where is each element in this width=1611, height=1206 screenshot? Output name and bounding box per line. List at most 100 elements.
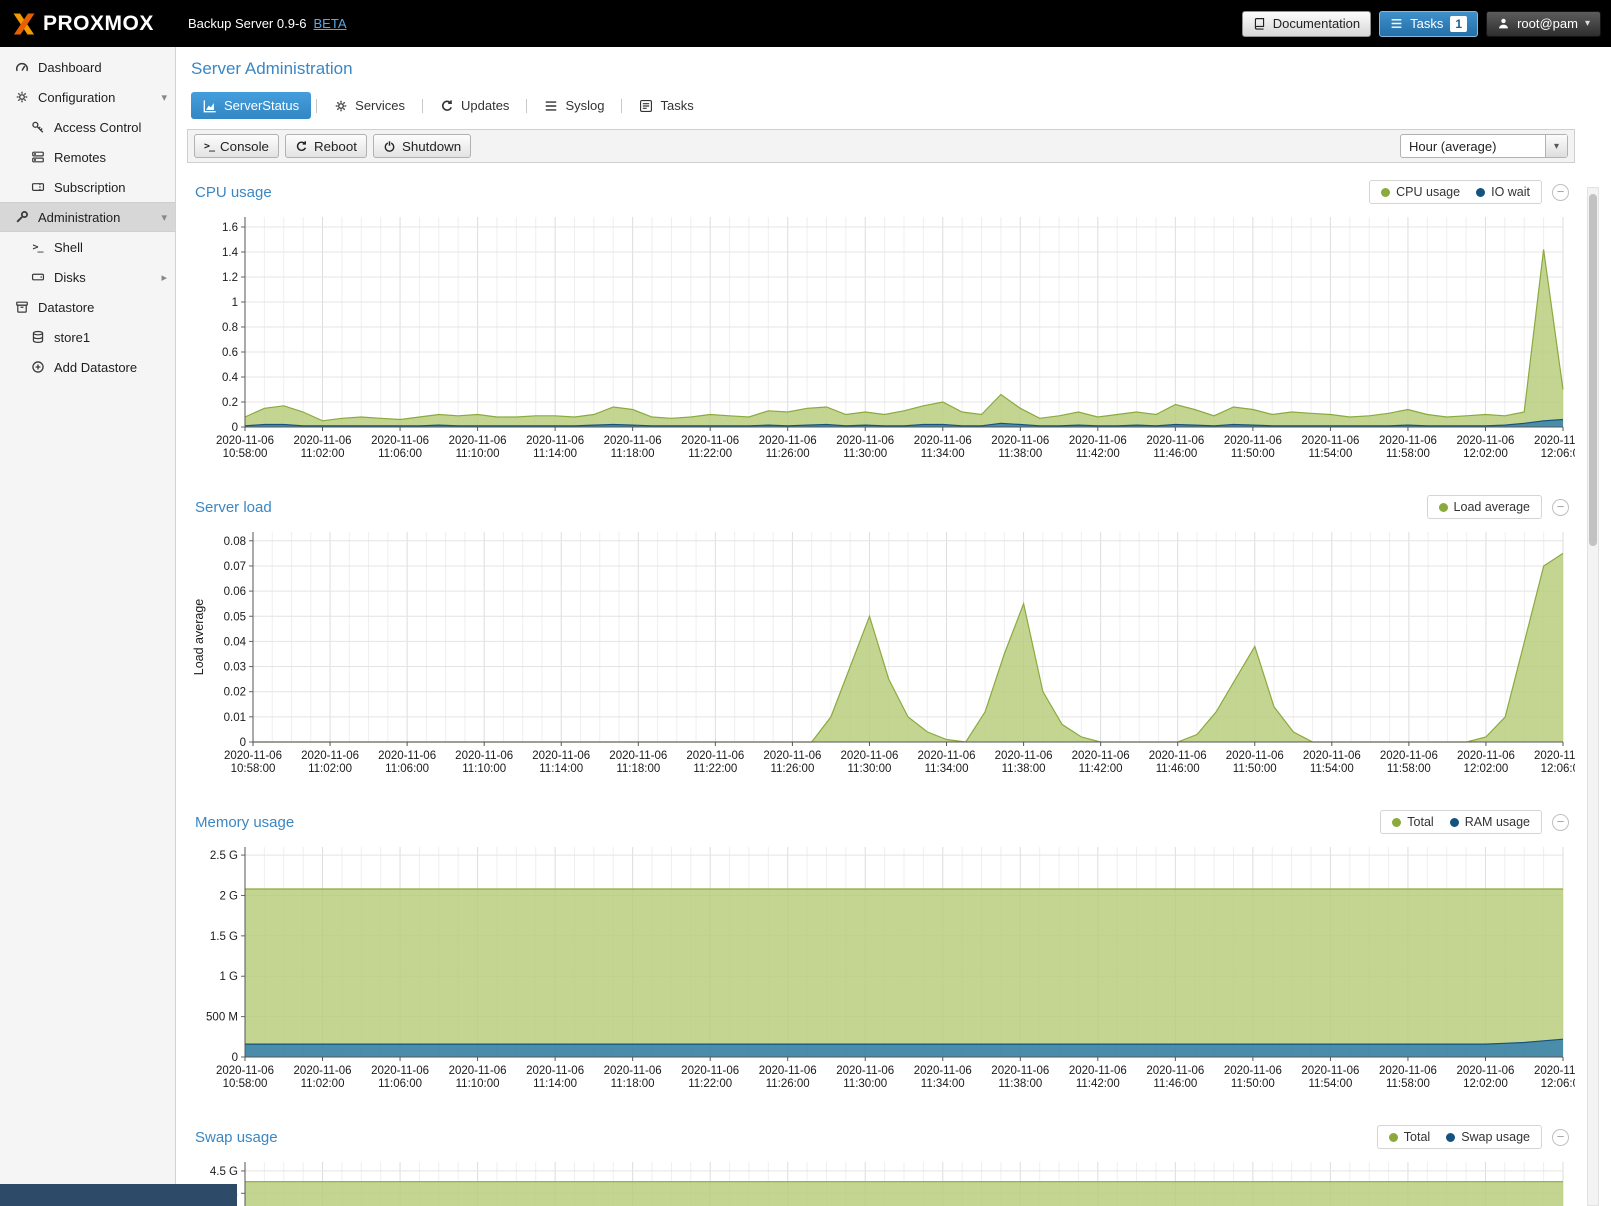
legend-marker-icon	[1446, 1133, 1455, 1142]
sidebar-item-subscription[interactable]: Subscription	[0, 172, 175, 202]
svg-text:2020-11-06: 2020-11-06	[1456, 435, 1514, 447]
svg-text:2020-11-06: 2020-11-06	[1224, 1065, 1282, 1077]
server-load-panel: Server load Load average − 00.010.020.03…	[187, 490, 1575, 789]
svg-text:11:30:00: 11:30:00	[843, 1078, 887, 1090]
svg-text:2020-11-06: 2020-11-06	[681, 1065, 739, 1077]
tab-tasks[interactable]: Tasks	[627, 92, 705, 119]
combo-trigger[interactable]: ▾	[1545, 135, 1567, 157]
proxmox-brand: PROXMOX	[10, 12, 182, 36]
svg-text:11:42:00: 11:42:00	[1076, 448, 1120, 460]
svg-text:2020-11-06: 2020-11-06	[914, 1065, 972, 1077]
svg-text:2020-11-06: 2020-11-06	[371, 435, 429, 447]
svg-text:2020-11-06: 2020-11-06	[526, 1065, 584, 1077]
svg-text:2020-11-06: 2020-11-06	[1534, 1065, 1575, 1077]
sidebar-item-configuration[interactable]: Configuration ▾	[0, 82, 175, 112]
svg-text:1.6: 1.6	[222, 222, 238, 234]
svg-text:11:54:00: 11:54:00	[1310, 763, 1354, 775]
documentation-label: Documentation	[1273, 16, 1360, 31]
svg-text:11:06:00: 11:06:00	[378, 1078, 422, 1090]
svg-text:2020-11-06: 2020-11-06	[1149, 750, 1207, 762]
chevron-right-icon[interactable]: ▸	[161, 271, 167, 284]
header-actions: Documentation Tasks 1 root@pam ▾	[1242, 11, 1601, 37]
sidebar-item-label: Disks	[54, 270, 86, 285]
documentation-button[interactable]: Documentation	[1242, 11, 1371, 37]
sidebar-item-add-datastore[interactable]: Add Datastore	[0, 352, 175, 382]
timeframe-select[interactable]: Hour (average) ▾	[1400, 134, 1568, 158]
collapse-panel-icon[interactable]: −	[1552, 1129, 1569, 1146]
sidebar-item-remotes[interactable]: Remotes	[0, 142, 175, 172]
svg-text:11:46:00: 11:46:00	[1153, 448, 1197, 460]
svg-text:2020-11-06: 2020-11-06	[216, 435, 274, 447]
svg-text:2020-11-06: 2020-11-06	[1456, 1065, 1514, 1077]
sidebar-item-label: Access Control	[54, 120, 141, 135]
collapse-panel-icon[interactable]: −	[1552, 184, 1569, 201]
collapse-panel-icon[interactable]: −	[1552, 814, 1569, 831]
legend-label: RAM usage	[1465, 815, 1530, 829]
tab-services[interactable]: Services	[322, 92, 417, 119]
console-button[interactable]: >_ Console	[194, 134, 279, 158]
tab-serverstatus[interactable]: ServerStatus	[191, 92, 311, 119]
product-label: Backup Server 0.9-6	[188, 16, 307, 31]
svg-text:12:06:00: 12:06:00	[1541, 448, 1575, 460]
tab-updates[interactable]: Updates	[428, 92, 521, 119]
tasks-label: Tasks	[1410, 16, 1443, 31]
reboot-button[interactable]: Reboot	[285, 134, 367, 158]
tab-syslog[interactable]: Syslog	[532, 92, 616, 119]
legend-label: Load average	[1454, 500, 1530, 514]
svg-text:1 G: 1 G	[219, 971, 238, 983]
svg-text:2.5 G: 2.5 G	[210, 850, 238, 862]
svg-text:2020-11-06: 2020-11-06	[1069, 1065, 1127, 1077]
tab-separator	[526, 99, 527, 113]
shutdown-button[interactable]: Shutdown	[373, 134, 471, 158]
legend-marker-icon	[1476, 188, 1485, 197]
tab-label: Tasks	[660, 98, 693, 113]
legend-item: Swap usage	[1446, 1130, 1530, 1144]
svg-text:11:26:00: 11:26:00	[770, 763, 814, 775]
sidebar-item-disks[interactable]: Disks ▸	[0, 262, 175, 292]
chart-legend: Total RAM usage	[1380, 810, 1542, 834]
svg-text:0.05: 0.05	[224, 611, 246, 623]
sidebar-item-shell[interactable]: >_ Shell	[0, 232, 175, 262]
svg-text:11:30:00: 11:30:00	[843, 448, 887, 460]
svg-text:Load average: Load average	[192, 599, 206, 676]
svg-text:12:02:00: 12:02:00	[1464, 763, 1509, 775]
legend-marker-icon	[1392, 818, 1401, 827]
scrollbar-thumb[interactable]	[1589, 194, 1597, 546]
svg-text:11:46:00: 11:46:00	[1153, 1078, 1197, 1090]
svg-text:11:34:00: 11:34:00	[925, 763, 969, 775]
sidebar-item-datastore[interactable]: Datastore	[0, 292, 175, 322]
archive-icon	[14, 300, 29, 314]
sidebar-item-access-control[interactable]: Access Control	[0, 112, 175, 142]
user-icon	[1497, 17, 1510, 30]
collapse-panel-icon[interactable]: −	[1552, 499, 1569, 516]
svg-text:12:06:00: 12:06:00	[1541, 1078, 1575, 1090]
dashboard-icon	[14, 60, 29, 74]
chevron-down-icon[interactable]: ▾	[161, 211, 167, 224]
sidebar-item-administration[interactable]: Administration ▾	[0, 202, 175, 232]
tab-label: ServerStatus	[224, 98, 299, 113]
svg-text:2020-11-06: 2020-11-06	[1534, 750, 1575, 762]
server-load-chart: 00.010.020.030.040.050.060.070.082020-11…	[187, 524, 1575, 789]
svg-text:11:50:00: 11:50:00	[1231, 448, 1275, 460]
terminal-icon: >_	[30, 242, 45, 253]
beta-link[interactable]: BETA	[314, 16, 347, 31]
legend-label: Total	[1407, 815, 1433, 829]
svg-text:2020-11-06: 2020-11-06	[604, 1065, 662, 1077]
svg-text:2020-11-06: 2020-11-06	[1301, 1065, 1359, 1077]
tasks-button[interactable]: Tasks 1	[1379, 11, 1478, 37]
svg-text:2020-11-06: 2020-11-06	[1303, 750, 1361, 762]
chevron-down-icon[interactable]: ▾	[161, 91, 167, 104]
svg-text:11:22:00: 11:22:00	[688, 448, 732, 460]
legend-item: Total	[1389, 1130, 1430, 1144]
user-menu-button[interactable]: root@pam ▾	[1486, 11, 1601, 37]
svg-text:11:14:00: 11:14:00	[533, 1078, 577, 1090]
sidebar-item-store1[interactable]: store1	[0, 322, 175, 352]
svg-text:11:50:00: 11:50:00	[1233, 763, 1277, 775]
svg-text:2020-11-06: 2020-11-06	[526, 435, 584, 447]
svg-text:2020-11-06: 2020-11-06	[1534, 435, 1575, 447]
gears-icon	[334, 99, 348, 113]
tab-separator	[422, 99, 423, 113]
svg-text:11:58:00: 11:58:00	[1386, 448, 1430, 460]
sidebar-item-dashboard[interactable]: Dashboard	[0, 52, 175, 82]
vertical-scrollbar[interactable]	[1587, 187, 1599, 1206]
